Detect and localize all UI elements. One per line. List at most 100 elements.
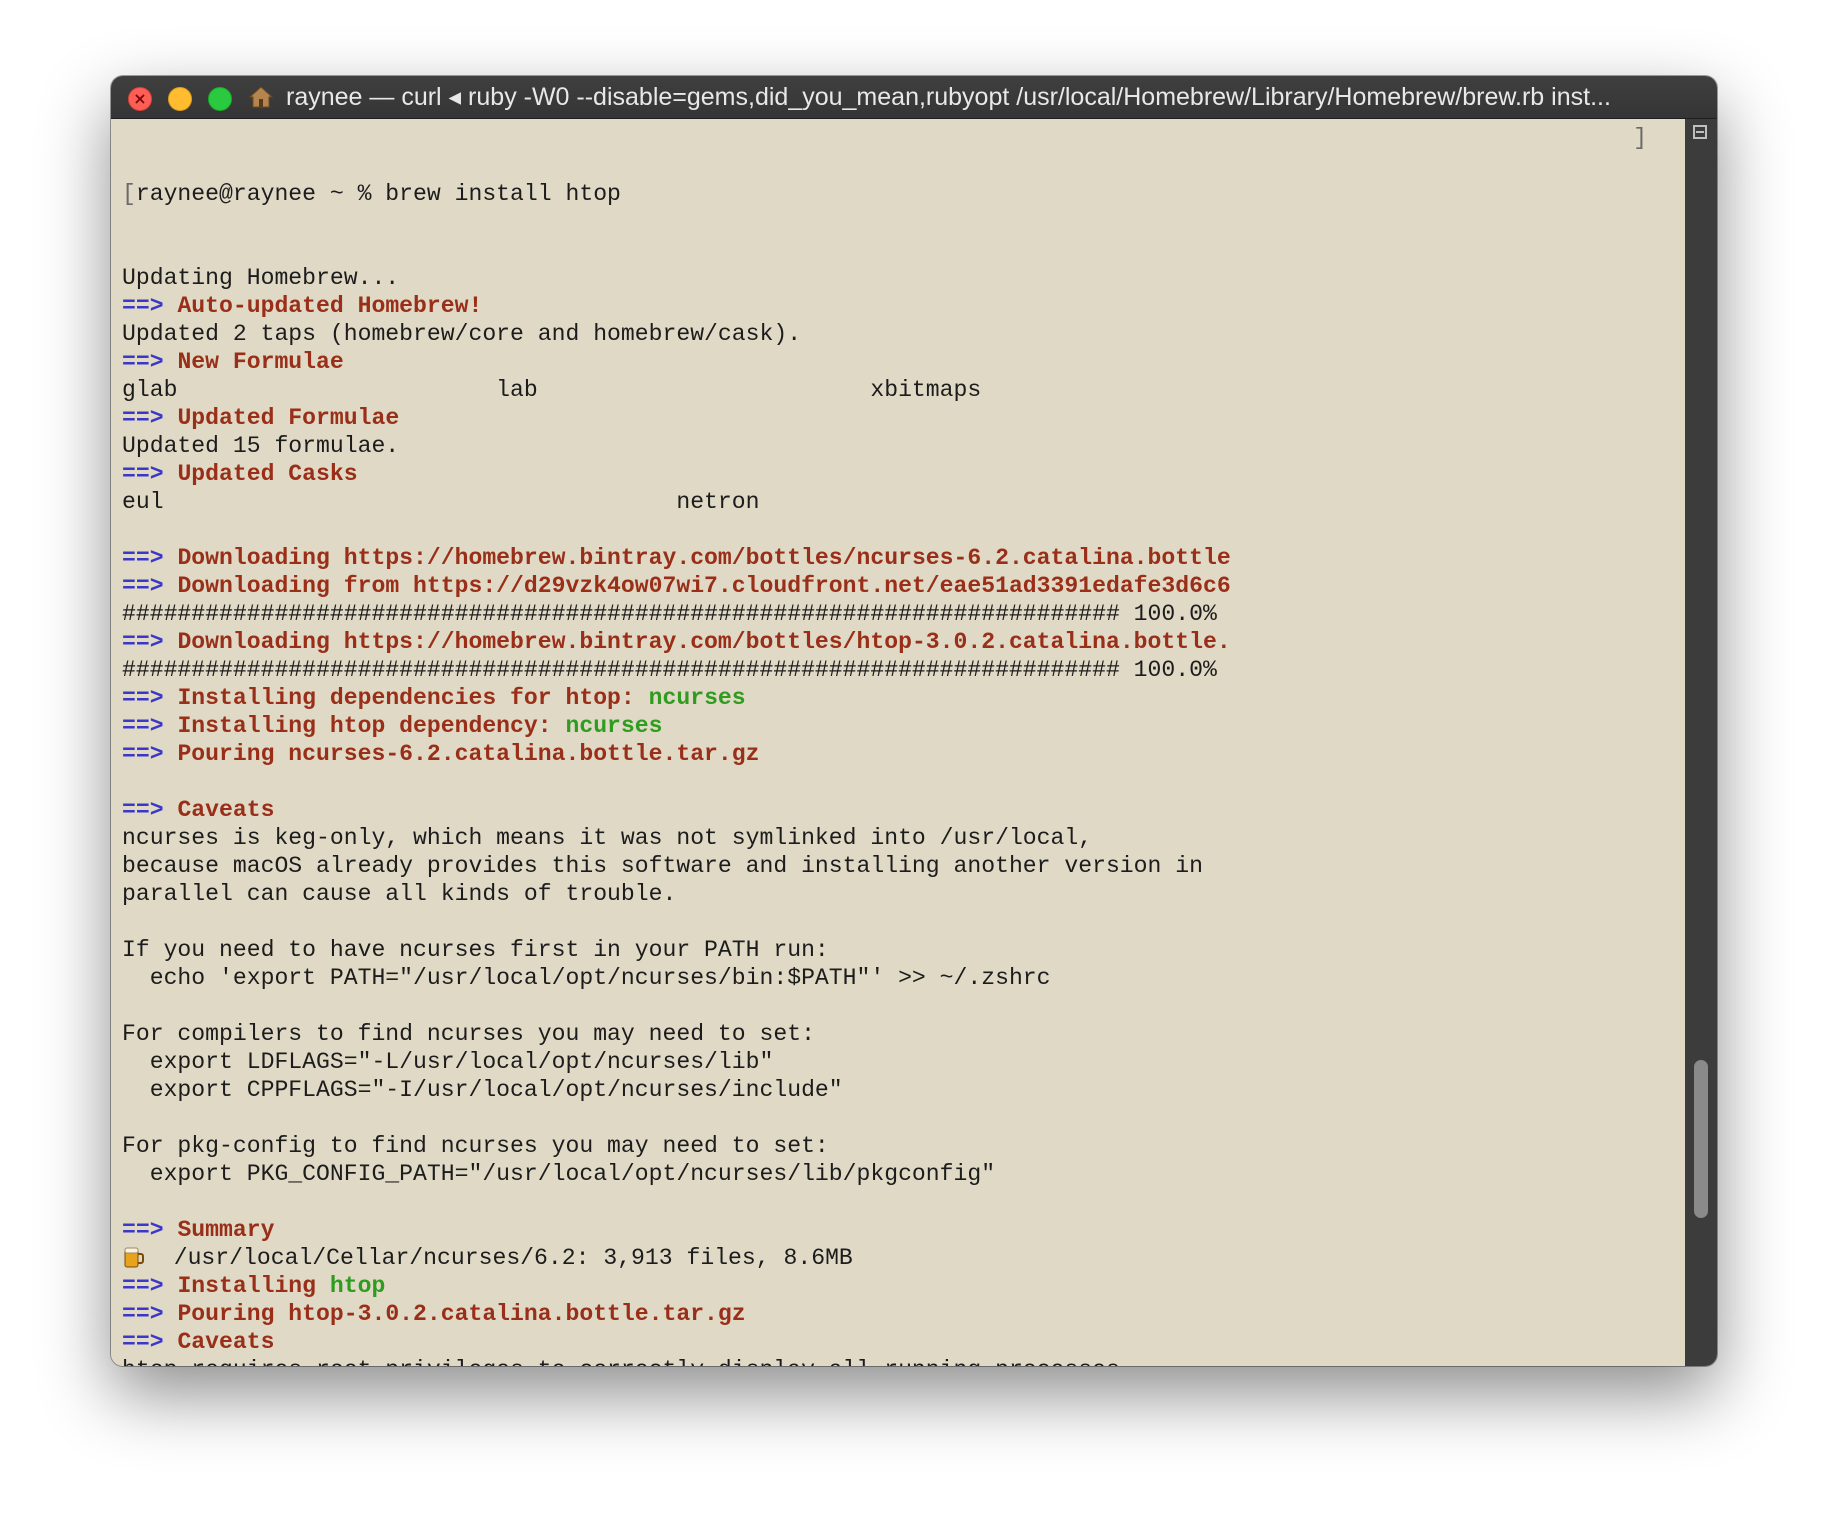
- output-text: /usr/local/Cellar/ncurses/6.2: 3,913 fil…: [146, 1245, 853, 1271]
- split-pane-icon[interactable]: [1693, 125, 1707, 139]
- window-title: raynee — curl ◂ ruby -W0 --disable=gems,…: [286, 83, 1611, 111]
- prompt-line: [raynee@raynee ~ % brew install htop: [122, 180, 1685, 208]
- output-text: If you need to have ncurses first in you…: [122, 937, 829, 963]
- terminal-line: If you need to have ncurses first in you…: [122, 936, 1685, 964]
- prompt-command: raynee@raynee ~ % brew install htop: [135, 181, 621, 207]
- package-name: ncurses: [648, 685, 746, 711]
- arrow-marker: ==>: [122, 685, 178, 711]
- terminal-line: ==> Installing dependencies for htop: nc…: [122, 684, 1685, 712]
- section-heading: Auto-updated Homebrew!: [177, 293, 483, 319]
- section-heading: Installing: [177, 1273, 330, 1299]
- minimize-button[interactable]: [168, 87, 192, 111]
- section-heading: Pouring ncurses-6.2.catalina.bottle.tar.…: [177, 741, 760, 767]
- terminal-line: export LDFLAGS="-L/usr/local/opt/ncurses…: [122, 1048, 1685, 1076]
- terminal-line: ==> Auto-updated Homebrew!: [122, 292, 1685, 320]
- prompt-mark-close: ]: [1633, 125, 1647, 151]
- terminal-line: parallel can cause all kinds of trouble.: [122, 880, 1685, 908]
- terminal-line: export PKG_CONFIG_PATH="/usr/local/opt/n…: [122, 1160, 1685, 1188]
- terminal-line: /usr/local/Cellar/ncurses/6.2: 3,913 fil…: [122, 1244, 1685, 1272]
- output-text: export PKG_CONFIG_PATH="/usr/local/opt/n…: [122, 1161, 996, 1187]
- arrow-marker: ==>: [122, 1329, 178, 1355]
- package-name: htop: [329, 1273, 386, 1299]
- terminal-line: ==> Downloading https://homebrew.bintray…: [122, 544, 1685, 572]
- close-button[interactable]: ×: [128, 87, 152, 111]
- beer-mug-icon: [124, 1247, 144, 1268]
- terminal-line: ==> Updated Casks: [122, 460, 1685, 488]
- terminal-line: Updating Homebrew...: [122, 264, 1685, 292]
- section-heading: Downloading https://homebrew.bintray.com…: [177, 545, 1231, 571]
- title-bar[interactable]: × raynee — curl ◂ ruby -W0 --disable=gem…: [111, 76, 1717, 119]
- section-heading: Installing htop dependency:: [177, 713, 566, 739]
- output-text: ########################################…: [122, 601, 1217, 627]
- terminal-line: echo 'export PATH="/usr/local/opt/ncurse…: [122, 964, 1685, 992]
- terminal-line: htop requires root privileges to correct…: [122, 1356, 1685, 1366]
- scroll-thumb[interactable]: [1694, 1060, 1708, 1218]
- prompt-mark-open: [: [122, 181, 136, 207]
- output-text: htop requires root privileges to correct…: [122, 1357, 1134, 1366]
- arrow-marker: ==>: [122, 349, 178, 375]
- arrow-marker: ==>: [122, 1301, 178, 1327]
- terminal-line: ==> New Formulae: [122, 348, 1685, 376]
- output-text: export LDFLAGS="-L/usr/local/opt/ncurses…: [122, 1049, 774, 1075]
- output-text: For pkg-config to find ncurses you may n…: [122, 1133, 829, 1159]
- section-heading: New Formulae: [177, 349, 344, 375]
- arrow-marker: ==>: [122, 405, 178, 431]
- terminal-line: ==> Installing htop: [122, 1272, 1685, 1300]
- zoom-button[interactable]: [208, 87, 232, 111]
- vertical-scrollbar[interactable]: [1685, 119, 1717, 1366]
- terminal-line: ==> Updated Formulae: [122, 404, 1685, 432]
- terminal-line: ==> Caveats: [122, 1328, 1685, 1356]
- package-name: ncurses: [565, 713, 663, 739]
- terminal-line: ########################################…: [122, 656, 1685, 684]
- output-text: eul netron: [122, 489, 760, 515]
- terminal-line: because macOS already provides this soft…: [122, 852, 1685, 880]
- arrow-marker: ==>: [122, 713, 178, 739]
- output-text: parallel can cause all kinds of trouble.: [122, 881, 677, 907]
- arrow-marker: ==>: [122, 1273, 178, 1299]
- output-text: glab lab xbitmaps: [122, 377, 982, 403]
- section-heading: Updated Formulae: [177, 405, 400, 431]
- output-text: Updated 2 taps (homebrew/core and homebr…: [122, 321, 802, 347]
- arrow-marker: ==>: [122, 1217, 178, 1243]
- home-folder-icon: [249, 86, 273, 108]
- terminal-line: ==> Pouring ncurses-6.2.catalina.bottle.…: [122, 740, 1685, 768]
- terminal-line: glab lab xbitmaps: [122, 376, 1685, 404]
- terminal-line: Updated 15 formulae.: [122, 432, 1685, 460]
- terminal-line: For compilers to find ncurses you may ne…: [122, 1020, 1685, 1048]
- terminal-line: export CPPFLAGS="-I/usr/local/opt/ncurse…: [122, 1076, 1685, 1104]
- close-icon: ×: [133, 89, 147, 108]
- section-heading: Updated Casks: [177, 461, 358, 487]
- section-heading: Downloading from https://d29vzk4ow07wi7.…: [177, 573, 1231, 599]
- section-heading: Summary: [177, 1217, 275, 1243]
- terminal-line: ncurses is keg-only, which means it was …: [122, 824, 1685, 852]
- output-text: because macOS already provides this soft…: [122, 853, 1203, 879]
- terminal-lines: [raynee@raynee ~ % brew install htop Upd…: [122, 124, 1685, 1366]
- terminal-line: ########################################…: [122, 600, 1685, 628]
- terminal-window: × raynee — curl ◂ ruby -W0 --disable=gem…: [111, 76, 1717, 1366]
- output-text: Updated 15 formulae.: [122, 433, 400, 459]
- terminal-line: ==> Downloading from https://d29vzk4ow07…: [122, 572, 1685, 600]
- output-text: For compilers to find ncurses you may ne…: [122, 1021, 815, 1047]
- output-text: export CPPFLAGS="-I/usr/local/opt/ncurse…: [122, 1077, 843, 1103]
- section-heading: Downloading https://homebrew.bintray.com…: [177, 629, 1231, 655]
- arrow-marker: ==>: [122, 545, 178, 571]
- terminal-line: eul netron: [122, 488, 1685, 516]
- terminal-line: ==> Summary: [122, 1216, 1685, 1244]
- arrow-marker: ==>: [122, 629, 178, 655]
- arrow-marker: ==>: [122, 293, 178, 319]
- section-heading: Installing dependencies for htop:: [177, 685, 649, 711]
- terminal-line: ==> Downloading https://homebrew.bintray…: [122, 628, 1685, 656]
- arrow-marker: ==>: [122, 797, 178, 823]
- terminal-output[interactable]: [raynee@raynee ~ % brew install htop Upd…: [111, 119, 1685, 1366]
- arrow-marker: ==>: [122, 741, 178, 767]
- output-text: ########################################…: [122, 657, 1217, 683]
- output-text: echo 'export PATH="/usr/local/opt/ncurse…: [122, 965, 1051, 991]
- arrow-marker: ==>: [122, 573, 178, 599]
- section-heading: Caveats: [177, 797, 275, 823]
